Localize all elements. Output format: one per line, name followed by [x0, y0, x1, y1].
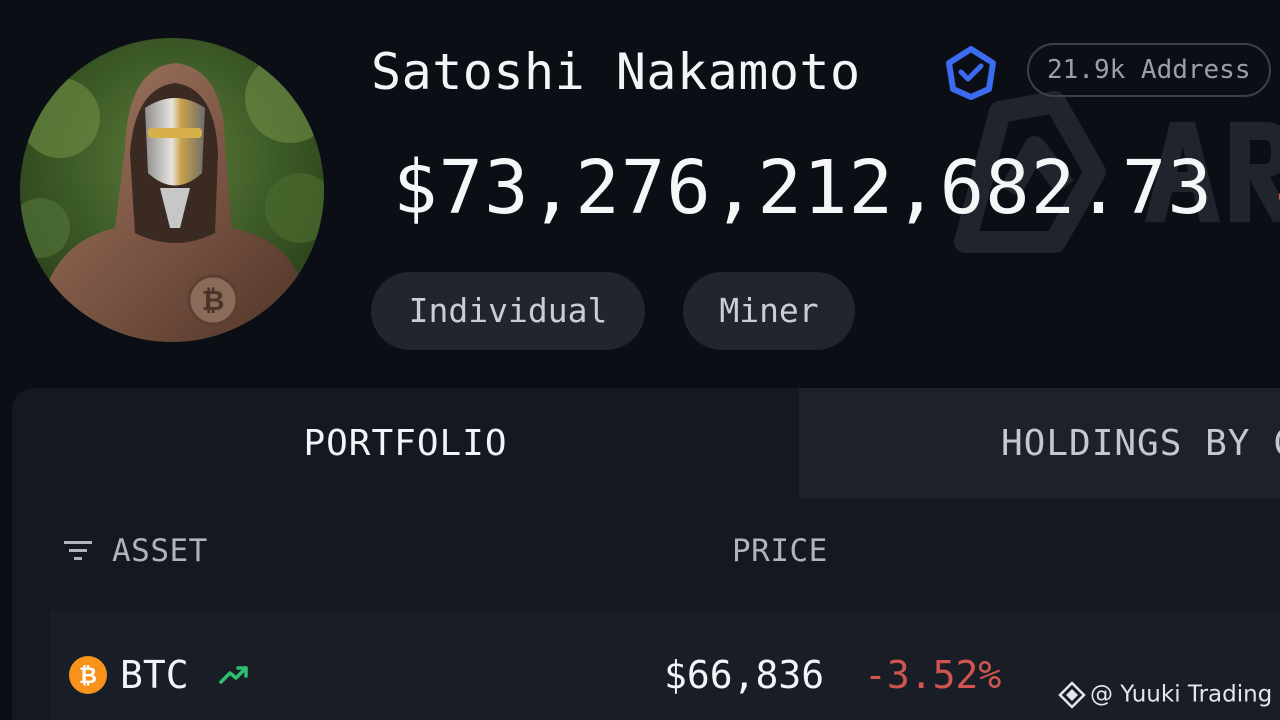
column-header-asset[interactable]: ASSET: [112, 521, 208, 581]
address-count-pill[interactable]: 21.9k Address: [1027, 43, 1271, 97]
total-balance: $73,276,212,682.73: [393, 145, 1213, 231]
entity-name: Satoshi Nakamoto: [371, 43, 861, 101]
avatar: ₿: [20, 38, 324, 342]
entity-profile-page: ₿ Satoshi Nakamoto 21.9k Address $73,276…: [0, 0, 1280, 720]
column-header-price[interactable]: PRICE: [732, 521, 828, 581]
trend-up-icon: [219, 664, 249, 686]
tab-holdings-by-chain[interactable]: HOLDINGS BY C: [799, 388, 1280, 499]
asset-price-change: -3.52%: [864, 653, 1002, 697]
tag-individual[interactable]: Individual: [371, 272, 645, 350]
credit-text: @ Yuuki Trading: [1090, 681, 1273, 708]
asset-price: $66,836: [664, 653, 825, 697]
portfolio-panel: PORTFOLIO HOLDINGS BY C ASSET PRICE ₿ BT…: [12, 388, 1280, 720]
binance-square-icon: [1058, 680, 1086, 709]
bitcoin-icon: ₿: [69, 656, 107, 694]
svg-text:₿: ₿: [79, 664, 97, 689]
credit-watermark: @ Yuuki Trading: [1058, 677, 1272, 711]
filter-icon[interactable]: [64, 540, 94, 562]
svg-text:₿: ₿: [202, 284, 225, 317]
asset-symbol: BTC: [120, 653, 189, 697]
verified-badge-icon: [944, 46, 998, 100]
tab-portfolio[interactable]: PORTFOLIO: [12, 388, 799, 499]
balance-change: -: [1266, 152, 1280, 232]
tag-miner[interactable]: Miner: [683, 272, 855, 350]
